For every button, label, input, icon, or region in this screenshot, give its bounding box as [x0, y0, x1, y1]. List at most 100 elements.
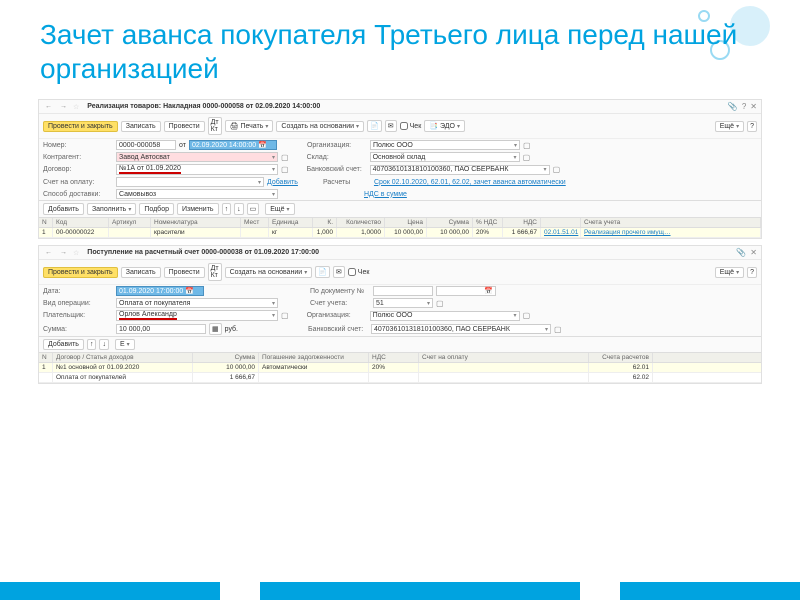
fld-payer[interactable]: Орлов Александр▾	[116, 310, 278, 321]
link-raschety[interactable]: Срок 02.10.2020, 62.01, 62.02, зачет ава…	[374, 179, 566, 186]
link-nds[interactable]: НДС в сумме	[364, 191, 407, 198]
nav-back2-icon[interactable]: ←	[43, 249, 54, 256]
grid-fill-button[interactable]: Заполнить▾	[87, 203, 136, 215]
create-based2-button[interactable]: Создать на основании▾	[225, 267, 313, 278]
lbl-summa: Сумма:	[43, 326, 113, 333]
dt-kt2-button[interactable]: ДтКт	[208, 263, 222, 281]
check2-checkbox[interactable]: Чек	[348, 268, 370, 276]
edo-button[interactable]: 📑ЭДО▾	[424, 120, 465, 132]
table-row[interactable]: 1 00-00000022 красители кг 1,000 1,0000 …	[39, 228, 761, 238]
grid-change-button[interactable]: Изменить	[177, 203, 219, 215]
fld-contr[interactable]: Завод Автосват▾	[116, 152, 278, 162]
star2-icon[interactable]: ☆	[73, 249, 79, 257]
lbl-bank: Банковский счет:	[307, 166, 367, 173]
fld-bank2[interactable]: 40703610131810100360, ПАО СБЕРБАНК▾	[371, 324, 551, 334]
calendar3-icon[interactable]: 📅	[484, 287, 493, 295]
edo-icon: 📑	[429, 122, 438, 130]
scan-button[interactable]: 📄	[367, 120, 382, 132]
fld-org[interactable]: Полюс ООО▾	[370, 140, 520, 150]
link-add-invoice[interactable]: Добавить	[267, 179, 298, 186]
lbl-podoc: По документу №	[310, 288, 370, 295]
open2-icon[interactable]: ▢	[281, 153, 289, 162]
grid2-down-icon[interactable]: ↓	[99, 339, 109, 350]
lbl-org2: Организация:	[307, 312, 367, 319]
check-checkbox[interactable]: Чек	[400, 122, 422, 130]
dt-kt-button[interactable]: ДтКт	[208, 117, 222, 135]
panel1-title: Реализация товаров: Накладная 0000-00005…	[87, 103, 320, 110]
post-and-close2-button[interactable]: Провести и закрыть	[43, 267, 118, 278]
open7-icon[interactable]: ▢	[281, 311, 289, 320]
scan2-button[interactable]: 📄	[315, 266, 330, 278]
open-icon[interactable]: ▢	[523, 141, 531, 150]
more-button[interactable]: Ещё▾	[715, 121, 744, 132]
post2-button[interactable]: Провести	[164, 267, 205, 278]
attach-icon[interactable]: 📎	[728, 102, 738, 111]
fld-dogovor[interactable]: №1А от 01.09.2020▾	[116, 164, 278, 175]
fld-number[interactable]: 0000-000058	[116, 140, 176, 150]
lbl-acct: Счет учета:	[310, 300, 370, 307]
close2-icon[interactable]: ✕	[750, 248, 757, 257]
grid-add-button[interactable]: Добавить	[43, 203, 84, 215]
fld-org2[interactable]: Полюс ООО▾	[370, 311, 520, 321]
post-button[interactable]: Провести	[164, 121, 205, 132]
lbl-cur: руб.	[225, 326, 238, 333]
write-button[interactable]: Записать	[121, 121, 161, 132]
help2-icon[interactable]: ?	[747, 121, 757, 132]
lbl-dogovor: Договор:	[43, 166, 113, 173]
open6-icon[interactable]: ▢	[436, 299, 444, 308]
lbl-payer: Плательщик:	[43, 312, 113, 319]
fld-podoc-date[interactable]: 📅	[436, 286, 496, 296]
lbl-bank2: Банковский счет:	[308, 326, 368, 333]
help-icon[interactable]: ?	[742, 102, 746, 111]
grid-up-icon[interactable]: ↑	[222, 203, 232, 215]
open3-icon[interactable]: ▢	[523, 153, 531, 162]
lbl-org: Организация:	[307, 142, 367, 149]
fld-summa[interactable]: 10 000,00	[116, 324, 206, 334]
fld-bank[interactable]: 40703610131810100360, ПАО СБЕРБАНК▾	[370, 165, 550, 175]
help3-icon[interactable]: ?	[747, 267, 757, 278]
panel2-title: Поступление на расчетный счет 0000-00003…	[87, 249, 319, 256]
grid-select-button[interactable]: Подбор	[139, 203, 174, 215]
grid-scan-icon[interactable]: ▭	[247, 203, 260, 215]
fld-vid[interactable]: Оплата от покупателя▾	[116, 298, 278, 308]
grid-more-button[interactable]: Ещё▾	[265, 203, 294, 215]
calendar-icon[interactable]: 📅	[258, 141, 267, 149]
close-icon[interactable]: ✕	[750, 102, 757, 111]
fld-date2[interactable]: 01.09.2020 17:00:00📅	[116, 286, 204, 296]
open4-icon[interactable]: ▢	[281, 165, 289, 174]
fld-podoc-num[interactable]	[373, 286, 433, 296]
nav-fwd2-icon[interactable]: →	[58, 249, 69, 256]
fld-sklad[interactable]: Основной склад▾	[370, 152, 520, 162]
grid2-up-icon[interactable]: ↑	[87, 339, 97, 350]
print-button[interactable]: 🖨Печать▾	[225, 120, 274, 132]
mail-button[interactable]: ✉	[385, 120, 397, 132]
grid-header: N Код Артикул Номенклатура Мест Единица …	[39, 217, 761, 228]
lbl-delivery: Способ доставки:	[43, 191, 113, 198]
lbl-invoice: Счет на оплату:	[43, 179, 113, 186]
fld-invoice[interactable]: ▾	[116, 177, 264, 187]
attach2-icon[interactable]: 📎	[736, 248, 746, 257]
calc-icon[interactable]: ▦	[209, 323, 222, 335]
grid2-header: N Договор / Статья доходов Сумма Погашен…	[39, 352, 761, 363]
table-row[interactable]: 1 №1 основной от 01.09.2020 10 000,00 Ав…	[39, 363, 761, 373]
write2-button[interactable]: Записать	[121, 267, 161, 278]
mail2-button[interactable]: ✉	[333, 266, 345, 278]
open8-icon[interactable]: ▢	[523, 311, 531, 320]
open9-icon[interactable]: ▢	[554, 325, 562, 334]
grid-down-icon[interactable]: ↓	[234, 203, 244, 215]
lbl-contr: Контрагент:	[43, 154, 113, 161]
fld-delivery[interactable]: Самовывоз▾	[116, 189, 278, 199]
table-row[interactable]: Оплата от покупателей 1 666,67 62.02	[39, 373, 761, 383]
more2-button[interactable]: Ещё▾	[715, 267, 744, 278]
grid2-add-button[interactable]: Добавить	[43, 339, 84, 350]
fld-date[interactable]: 02.09.2020 14:00:00📅	[189, 140, 277, 150]
nav-fwd-icon[interactable]: →	[58, 103, 69, 110]
star-icon[interactable]: ☆	[73, 103, 79, 111]
open5-icon[interactable]: ▢	[553, 165, 561, 174]
create-based-button[interactable]: Создать на основании▾	[276, 121, 364, 132]
fld-acct[interactable]: 51▾	[373, 298, 433, 308]
nav-back-icon[interactable]: ←	[43, 103, 54, 110]
grid2-more-button[interactable]: Е▾	[115, 339, 135, 350]
post-and-close-button[interactable]: Провести и закрыть	[43, 121, 118, 132]
calendar2-icon[interactable]: 📅	[185, 287, 194, 295]
